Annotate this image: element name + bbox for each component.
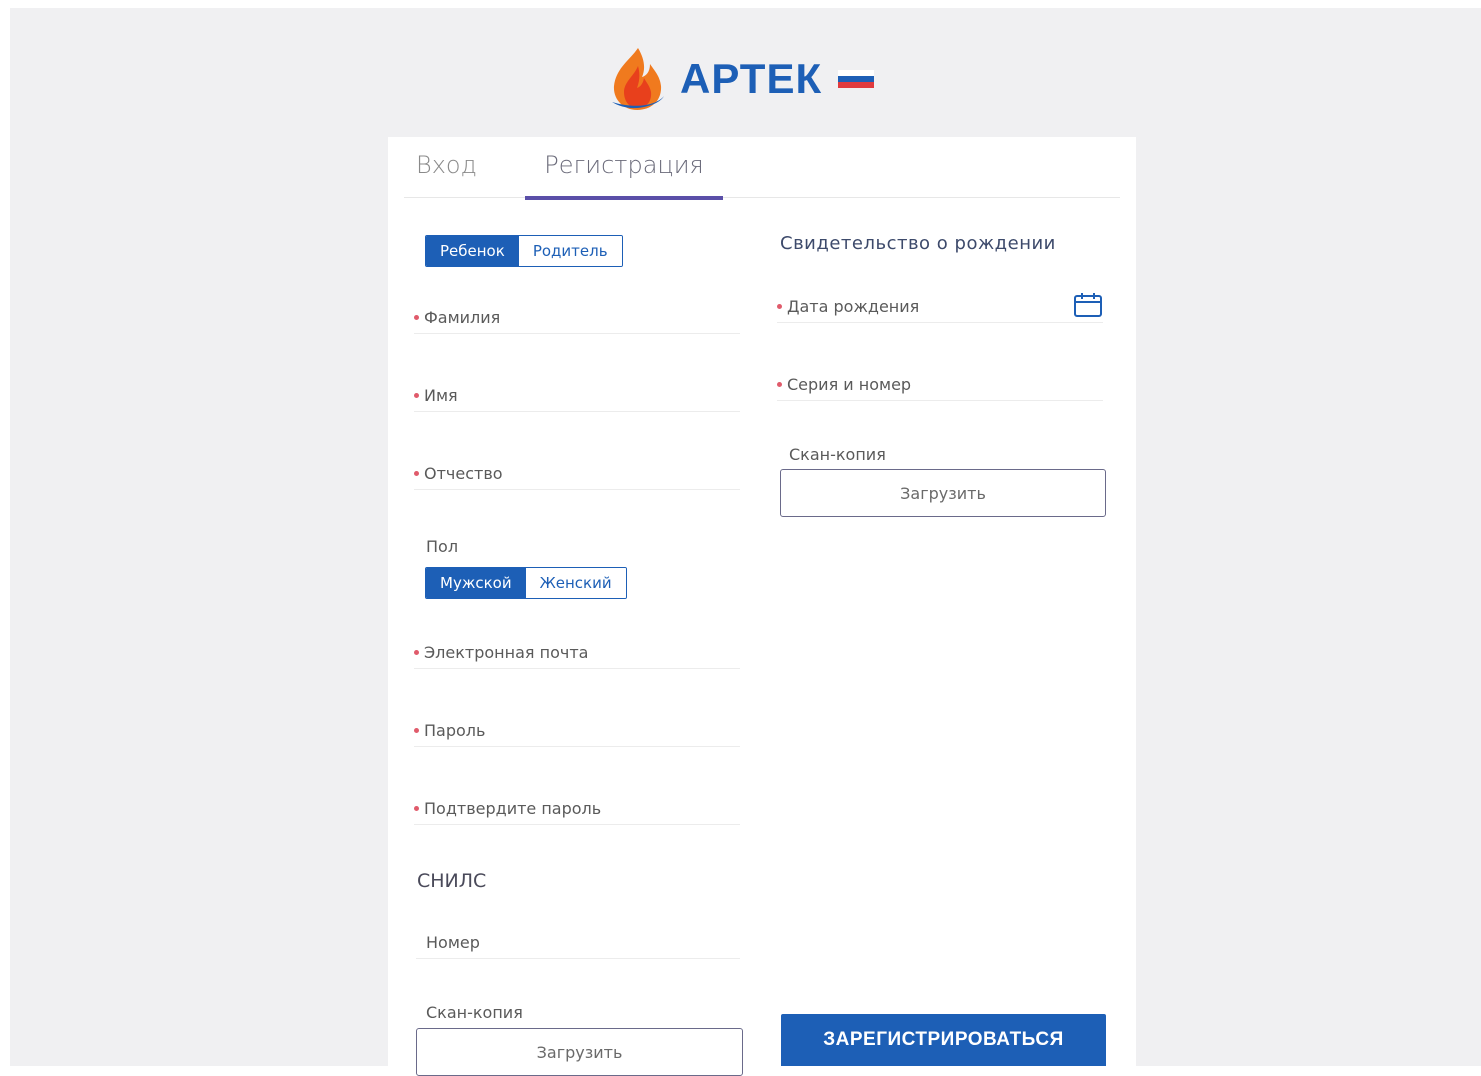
registration-card: Вход Регистрация Ребенок Родитель Фамили… bbox=[388, 137, 1136, 1076]
tab-login[interactable]: Вход bbox=[416, 151, 477, 198]
first-name-field[interactable]: Имя bbox=[414, 378, 740, 412]
series-number-label: Серия и номер bbox=[787, 375, 912, 394]
birth-scan-label: Скан-копия bbox=[789, 445, 886, 464]
tab-registration[interactable]: Регистрация bbox=[525, 151, 723, 200]
patronymic-label: Отчество bbox=[424, 464, 503, 483]
required-marker bbox=[414, 393, 419, 398]
last-name-field[interactable]: Фамилия bbox=[414, 300, 740, 334]
snils-upload-button[interactable]: Загрузить bbox=[416, 1028, 743, 1076]
birth-date-label: Дата рождения bbox=[787, 297, 920, 316]
flame-logo-icon bbox=[612, 48, 664, 110]
required-marker bbox=[414, 806, 419, 811]
snils-number-field[interactable]: Номер bbox=[416, 925, 740, 959]
brand-logo: АРТЕК bbox=[608, 46, 875, 112]
required-marker bbox=[414, 728, 419, 733]
birth-certificate-title: Свидетельство о рождении bbox=[780, 233, 1056, 254]
last-name-label: Фамилия bbox=[424, 308, 501, 327]
birth-date-field[interactable]: Дата рождения bbox=[777, 289, 1103, 323]
flag-stripe-red bbox=[838, 82, 875, 88]
snils-scan-label: Скан-копия bbox=[426, 1003, 523, 1022]
email-label: Электронная почта bbox=[424, 643, 589, 662]
email-field[interactable]: Электронная почта bbox=[414, 635, 740, 669]
gender-option-female[interactable]: Женский bbox=[525, 568, 626, 598]
gender-toggle: Мужской Женский bbox=[425, 567, 627, 599]
required-marker bbox=[414, 650, 419, 655]
confirm-password-field[interactable]: Подтвердите пароль bbox=[414, 791, 740, 825]
gender-option-male[interactable]: Мужской bbox=[426, 568, 526, 598]
patronymic-field[interactable]: Отчество bbox=[414, 456, 740, 490]
snils-title: СНИЛС bbox=[417, 870, 487, 892]
password-field[interactable]: Пароль bbox=[414, 713, 740, 747]
brand-name: АРТЕК bbox=[680, 55, 823, 102]
auth-tabs: Вход Регистрация bbox=[404, 137, 1120, 200]
required-marker bbox=[414, 471, 419, 476]
first-name-label: Имя bbox=[424, 386, 458, 405]
role-option-parent[interactable]: Родитель bbox=[518, 236, 622, 266]
required-marker bbox=[777, 382, 782, 387]
role-option-child[interactable]: Ребенок bbox=[426, 236, 519, 266]
gender-label: Пол bbox=[426, 537, 459, 556]
snils-number-label: Номер bbox=[426, 933, 480, 952]
register-button[interactable]: ЗАРЕГИСТРИРОВАТЬСЯ bbox=[781, 1014, 1106, 1066]
series-number-field[interactable]: Серия и номер bbox=[777, 367, 1103, 401]
required-marker bbox=[777, 304, 782, 309]
calendar-icon[interactable] bbox=[1073, 292, 1103, 318]
password-label: Пароль bbox=[424, 721, 486, 740]
required-marker bbox=[414, 315, 419, 320]
role-toggle: Ребенок Родитель bbox=[425, 235, 623, 267]
confirm-password-label: Подтвердите пароль bbox=[424, 799, 602, 818]
russian-flag-icon bbox=[838, 70, 875, 88]
birth-upload-button[interactable]: Загрузить bbox=[780, 469, 1106, 517]
